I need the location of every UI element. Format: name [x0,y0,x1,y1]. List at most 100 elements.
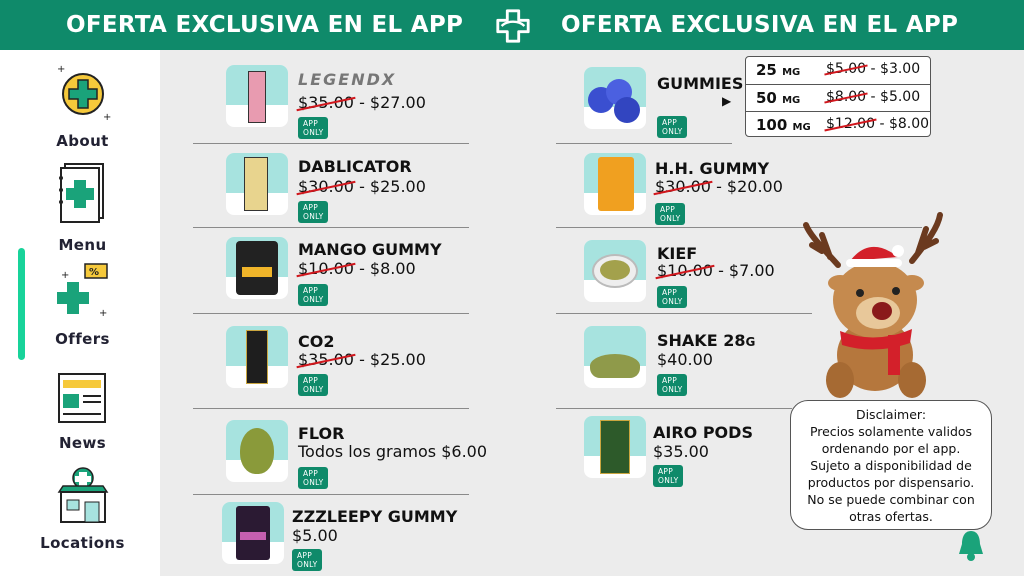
disclaimer-line: ordenando por el app. [821,441,961,456]
header-title-left: OFERTA EXCLUSIVA EN EL APP [66,12,464,38]
product-image [584,326,646,388]
sidebar-item-label: Menu [58,236,107,254]
menu-book-icon [51,160,115,230]
product-price: $5.00 [292,526,338,545]
product-price: $35.00 - $27.00 [298,93,426,112]
app-only-badge: APP ONLY [298,117,329,139]
app-only-badge: APP ONLY [298,374,329,396]
svg-text:+: + [61,270,69,281]
new-price: - $3.00 [866,61,921,77]
product-name: AIRO PODS [653,423,753,442]
divider [556,313,812,314]
product-image [222,502,284,564]
sidebar-item-label: Offers [55,330,110,348]
arrow-right-icon: ▶ [722,94,732,108]
sidebar-item-about[interactable]: + + About [30,62,135,150]
product-price: $35.00 [653,442,709,461]
app-only-badge: APP ONLY [657,286,688,308]
divider [556,143,732,144]
new-price: - $5.00 [866,89,921,105]
divider [193,313,469,314]
new-price: - $7.00 [712,261,775,280]
divider [193,143,469,144]
app-only-badge: APP ONLY [653,465,684,487]
sidebar-item-news[interactable]: News [30,364,135,452]
disclaimer-line: No se puede combinar con [807,492,975,507]
app-only-badge: APP ONLY [298,467,329,489]
svg-text:+: + [103,112,111,123]
product-price: $30.00 - $20.00 [655,177,783,196]
app-only-badge: APP ONLY [298,284,329,306]
old-price: $30.00 [298,177,354,196]
product-price: $40.00 [657,350,713,369]
app-only-badge: APP ONLY [657,116,688,138]
divider [193,227,469,228]
old-price: $12.00 [826,116,875,132]
dose: 50 [756,89,777,107]
disclaimer-line: otras ofertas. [849,509,933,524]
product-image [584,67,646,129]
product-image [226,326,288,388]
old-price: $30.00 [655,177,711,196]
divider [556,408,792,409]
discount-tag-icon: % + + [51,260,115,324]
disclaimer-line: Sujeto a disponibilidad de [810,458,972,473]
product-name: MANGO GUMMY [298,240,442,259]
dose-unit: MG [792,122,811,133]
new-price: - $8.00 [353,259,416,278]
svg-text:%: % [89,267,99,278]
old-price: $8.00 [826,89,867,105]
disclaimer-line: Disclaimer: [855,407,927,422]
divider [193,494,469,495]
disclaimer-line: productos por dispensario. [807,475,975,490]
old-price: $35.00 [298,350,354,369]
sidebar-item-locations[interactable]: Locations [30,464,135,552]
old-price: $10.00 [657,261,713,280]
old-price: $10.00 [298,259,354,278]
product-name: GUMMIES [657,74,744,93]
reindeer-mascot-icon [803,212,943,398]
app-only-badge: APP ONLY [292,549,323,571]
product-image [226,420,288,482]
product-name: LEGENDX [298,70,397,89]
product-image [226,237,288,299]
promo-header: OFERTA EXCLUSIVA EN EL APP OFERTA EXCLUS… [0,0,1024,50]
svg-text:+: + [99,308,107,319]
dose: 100 [756,116,788,134]
product-image [226,65,288,127]
new-price: - $25.00 [353,177,426,196]
product-name: SHAKE 28G [657,331,756,350]
app-only-badge: APP ONLY [655,203,686,225]
svg-text:+: + [57,64,65,75]
product-price: Todos los gramos $6.00 [298,442,488,461]
new-price: - $25.00 [353,350,426,369]
header-title-right: OFERTA EXCLUSIVA EN EL APP [561,12,959,38]
price-row: 25 MG $5.00 - $3.00 [746,57,930,84]
product-name: DABLICATOR [298,157,412,176]
product-image [584,240,646,302]
sidebar-item-offers[interactable]: % + + Offers [30,260,135,348]
brand-cross-logo-icon [496,9,530,43]
sidebar-nav: + + About Menu % + + Offers News Locatio… [0,50,160,576]
old-price: $5.00 [826,61,867,77]
product-price: $10.00 - $7.00 [657,261,775,280]
sidebar-item-label: About [56,132,109,150]
product-name: CO2 [298,332,335,351]
new-price: - $20.00 [710,177,783,196]
app-only-badge: APP ONLY [657,374,688,396]
dose-unit: MG [782,67,801,78]
app-only-badge: APP ONLY [298,201,329,223]
product-name: FLOR [298,424,345,443]
product-name: ZZZLEEPY GUMMY [292,507,458,526]
bell-icon[interactable] [956,528,986,562]
price-row: 50 MG $8.00 - $5.00 [746,84,930,111]
new-price: - $8.00 [875,116,930,132]
sidebar-item-label: News [58,434,107,452]
disclaimer-bubble: Disclaimer: Precios solamente validos or… [790,400,992,530]
sidebar-item-menu[interactable]: Menu [30,160,135,254]
product-name: H.H. GUMMY [655,159,770,178]
dose-unit: MG [782,95,801,106]
divider [193,408,469,409]
storefront-icon [51,464,115,528]
product-image [584,153,646,215]
